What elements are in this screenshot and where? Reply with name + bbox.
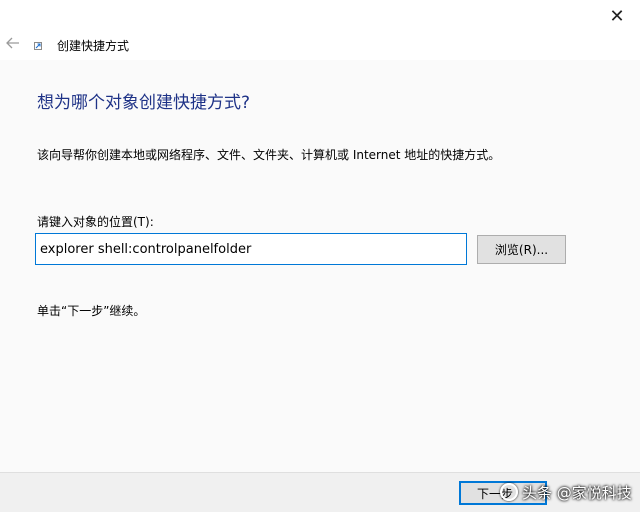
close-button[interactable]: ✕ bbox=[594, 0, 640, 32]
close-icon: ✕ bbox=[609, 5, 625, 27]
back-button[interactable] bbox=[4, 34, 22, 52]
title-bar: ✕ 创建快捷方式 bbox=[0, 0, 640, 60]
location-input[interactable] bbox=[35, 233, 467, 265]
back-arrow-icon bbox=[6, 37, 19, 49]
wizard-footer: 下一步 bbox=[0, 472, 640, 512]
continue-hint: 单击“下一步”继续。 bbox=[37, 304, 146, 318]
next-button[interactable]: 下一步 bbox=[459, 481, 547, 505]
window-title: 创建快捷方式 bbox=[57, 39, 130, 53]
location-label: 请键入对象的位置(T): bbox=[37, 215, 154, 229]
page-heading: 想为哪个对象创建快捷方式? bbox=[37, 93, 251, 113]
wizard-content: 想为哪个对象创建快捷方式? 该向导帮你创建本地或网络程序、文件、文件夹、计算机或… bbox=[0, 60, 640, 472]
shortcut-icon bbox=[34, 42, 42, 50]
browse-button[interactable]: 浏览(R)... bbox=[477, 235, 566, 264]
page-description: 该向导帮你创建本地或网络程序、文件、文件夹、计算机或 Internet 地址的快… bbox=[37, 148, 501, 162]
